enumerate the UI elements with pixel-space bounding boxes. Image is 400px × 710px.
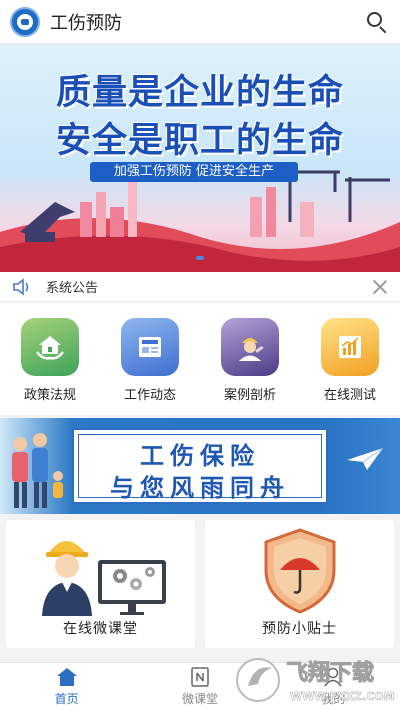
notice-label: 系统公告	[46, 281, 99, 296]
menu-item-cases[interactable]: 案例剖析	[200, 303, 300, 415]
menu-label: 案例剖析	[223, 388, 276, 403]
slogan-line-1: 工伤保险	[140, 442, 260, 470]
tab-home[interactable]: 首页	[0, 663, 133, 710]
menu-label: 在线测试	[323, 388, 376, 403]
insurance-slogan-box: 工伤保险 与您风雨同舟	[72, 428, 328, 504]
chart-icon	[321, 318, 379, 376]
home-icon	[56, 667, 77, 686]
system-notice-bar[interactable]: 系统公告	[0, 272, 400, 302]
app-logo	[10, 6, 40, 37]
speaker-icon	[13, 277, 29, 296]
app-header: 工伤预防	[0, 0, 400, 44]
menu-label: 政策法规	[23, 388, 76, 403]
menu-item-news[interactable]: 工作动态	[100, 303, 200, 415]
worker-icon	[221, 318, 279, 376]
card-online-course[interactable]: 在线微课堂	[6, 520, 195, 648]
family-illustration	[12, 433, 63, 508]
insurance-banner[interactable]: 工伤保险 与您风雨同舟	[0, 418, 400, 514]
feature-menu: 政策法规 工作动态 案例剖析 在线测试	[0, 303, 400, 415]
carousel-indicator[interactable]	[196, 256, 204, 260]
book-icon	[191, 666, 209, 687]
search-button[interactable]	[364, 9, 390, 35]
banner-headline-1: 质量是企业的生命	[55, 73, 344, 113]
tab-label: 首页	[54, 691, 79, 706]
watermark-logo: 飞翔下载 WWW.FXXZ.COM	[236, 658, 395, 703]
paper-plane-icon	[347, 447, 384, 470]
umbrella-shield-icon	[264, 528, 336, 614]
menu-item-policy[interactable]: 政策法规	[0, 303, 100, 415]
tab-label: 微课堂	[181, 691, 218, 706]
news-icon	[121, 318, 179, 376]
online-course-illustration	[42, 541, 166, 616]
page-title: 工伤预防	[50, 12, 122, 34]
app-screen: 工伤预防 质量是企业的生命 安全是职工的生命 加强工伤预防 促进安全生产 系统公…	[0, 0, 400, 710]
svg-text:WWW.FXXZ.COM: WWW.FXXZ.COM	[290, 690, 395, 703]
card-prevention-tips[interactable]: 预防小贴士	[205, 520, 394, 648]
house-hands-icon	[21, 318, 79, 376]
hero-banner[interactable]: 质量是企业的生命 安全是职工的生命 加强工伤预防 促进安全生产	[0, 44, 400, 272]
menu-item-test[interactable]: 在线测试	[300, 303, 400, 415]
close-icon[interactable]	[372, 279, 388, 295]
banner-subtitle: 加强工伤预防 促进安全生产	[90, 162, 298, 182]
banner-headline-2: 安全是职工的生命	[55, 121, 344, 161]
menu-label: 工作动态	[123, 388, 176, 403]
svg-text:飞翔下载: 飞翔下载	[286, 660, 374, 686]
feature-cards: 在线微课堂 预防小贴士	[0, 520, 400, 650]
card-label: 预防小贴士	[262, 621, 337, 637]
card-label: 在线微课堂	[63, 621, 138, 637]
slogan-line-2: 与您风雨同舟	[110, 474, 290, 502]
